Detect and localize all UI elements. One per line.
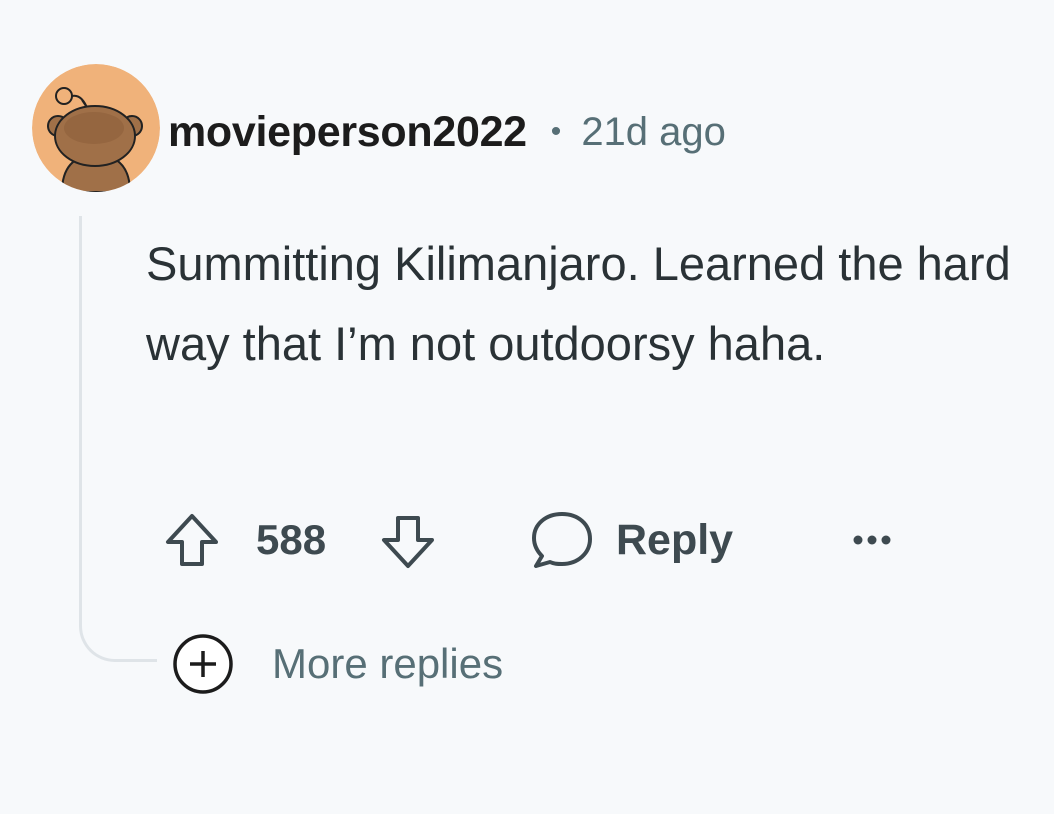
comment: movieperson2022 • 21d ago Summitting Kil…	[0, 0, 1054, 814]
reply-button[interactable]: Reply	[528, 505, 733, 575]
comment-actions: 588 Reply	[160, 505, 920, 575]
timestamp[interactable]: 21d ago	[581, 110, 726, 155]
comment-body: Summitting Kilimanjaro. Learned the hard…	[146, 237, 1011, 370]
more-replies-label: More replies	[272, 640, 504, 687]
ellipsis-icon	[853, 535, 891, 545]
vote-count-wrapper: 588	[256, 505, 326, 575]
speech-bubble-icon	[532, 512, 592, 568]
arrow-up-outline-icon	[166, 514, 218, 566]
comment-header: movieperson2022 • 21d ago	[168, 104, 726, 160]
vote-count: 588	[256, 516, 327, 563]
avatar[interactable]	[32, 64, 160, 192]
downvote-button[interactable]	[376, 505, 440, 575]
plus-circle-icon	[173, 634, 233, 694]
arrow-down-outline-icon	[382, 516, 434, 568]
reply-label: Reply	[616, 515, 734, 564]
username-link[interactable]: movieperson2022	[168, 108, 527, 157]
overflow-menu-button[interactable]	[850, 505, 898, 575]
upvote-button[interactable]	[160, 505, 224, 575]
snoo-avatar-icon	[32, 64, 160, 192]
separator-dot: •	[550, 115, 562, 148]
more-replies-button[interactable]: More replies	[170, 632, 503, 696]
